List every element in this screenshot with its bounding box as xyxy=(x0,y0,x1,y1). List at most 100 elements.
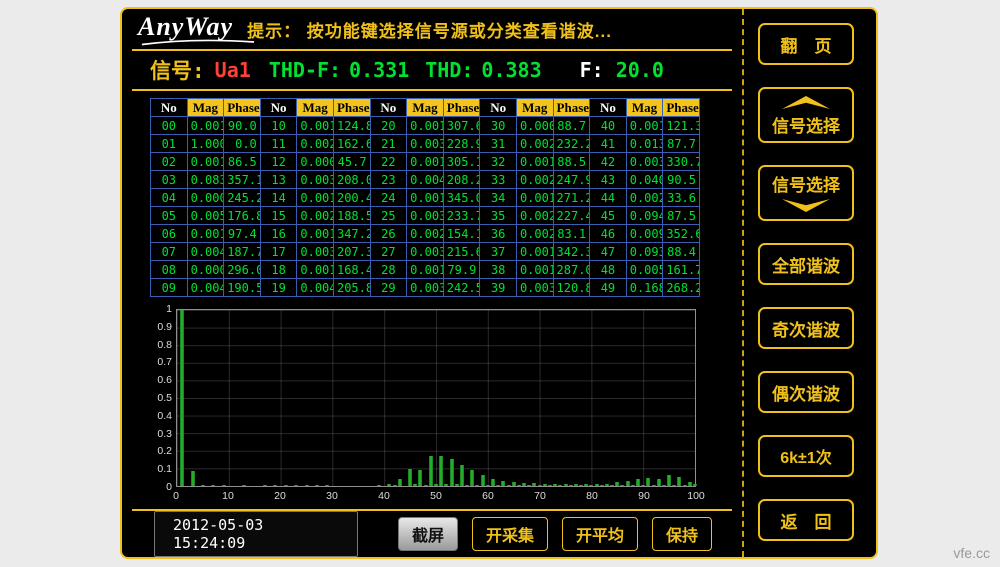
table-row: 080.000296.0180.001168.4280.00179.9380.0… xyxy=(151,261,700,279)
chart-bar xyxy=(429,456,433,486)
six-k-plus-minus-one-button[interactable]: 6k±1次 xyxy=(758,435,854,477)
cell-mag: 0.001 xyxy=(297,261,334,279)
chart-bar xyxy=(491,479,495,486)
chart-bar xyxy=(418,470,422,486)
cell-mag: 0.001 xyxy=(297,189,334,207)
cell-mag: 0.001 xyxy=(407,189,444,207)
cell-phase: 205.8 xyxy=(333,279,370,297)
chart-bar xyxy=(263,485,267,486)
chart-bar xyxy=(543,484,547,486)
cell-phase: 168.4 xyxy=(333,261,370,279)
cell-no: 05 xyxy=(151,207,188,225)
y-tick-label: 0.6 xyxy=(146,375,172,385)
cell-phase: 45.7 xyxy=(333,153,370,171)
cell-phase: 176.8 xyxy=(224,207,261,225)
odd-harmonics-button[interactable]: 奇次谐波 xyxy=(758,307,854,349)
cell-mag: 0.000 xyxy=(297,153,334,171)
cell-no: 37 xyxy=(480,243,517,261)
cell-mag: 0.003 xyxy=(516,279,553,297)
cell-no: 48 xyxy=(590,261,627,279)
col-header-mag: Mag xyxy=(516,99,553,117)
harmonics-chart: 10.90.80.70.60.50.40.30.20.10 0102030405… xyxy=(146,309,732,503)
cell-no: 25 xyxy=(370,207,407,225)
page-flip-button[interactable]: 翻 页 xyxy=(758,23,854,65)
cell-mag: 0.003 xyxy=(297,243,334,261)
cell-no: 43 xyxy=(590,171,627,189)
chart-bar xyxy=(610,485,614,486)
hold-button[interactable]: 保持 xyxy=(652,517,712,551)
cell-mag: 0.094 xyxy=(626,207,663,225)
chart-bar xyxy=(532,483,536,486)
cell-no: 32 xyxy=(480,153,517,171)
start-averaging-button[interactable]: 开平均 xyxy=(562,517,638,551)
signal-select-up-button[interactable]: 信号选择 xyxy=(758,87,854,143)
y-tick-label: 0.7 xyxy=(146,357,172,367)
chart-bar xyxy=(398,479,402,486)
cell-phase: 97.4 xyxy=(224,225,261,243)
cell-phase: 154.1 xyxy=(443,225,480,243)
table-row: 000.00190.0100.001124.8200.001307.6300.0… xyxy=(151,117,700,135)
cell-no: 13 xyxy=(260,171,297,189)
cell-no: 18 xyxy=(260,261,297,279)
cell-no: 19 xyxy=(260,279,297,297)
cell-mag: 0.001 xyxy=(407,117,444,135)
chart-bar xyxy=(496,485,500,486)
col-header-no: No xyxy=(151,99,188,117)
cell-phase: 242.5 xyxy=(443,279,480,297)
cell-mag: 0.001 xyxy=(516,189,553,207)
even-harmonics-button[interactable]: 偶次谐波 xyxy=(758,371,854,413)
x-tick-label: 60 xyxy=(482,490,494,502)
chart-bar xyxy=(631,485,635,486)
cell-mag: 0.003 xyxy=(626,153,663,171)
cell-phase: 208.2 xyxy=(443,171,480,189)
odd-harmonics-label: 奇次谐波 xyxy=(772,316,840,341)
cell-mag: 0.168 xyxy=(626,279,663,297)
y-tick-label: 0.5 xyxy=(146,393,172,403)
cell-mag: 1.000 xyxy=(187,135,224,153)
cell-mag: 0.002 xyxy=(407,225,444,243)
chart-bar xyxy=(548,485,552,486)
cell-phase: 307.6 xyxy=(443,117,480,135)
cell-mag: 0.004 xyxy=(187,243,224,261)
chart-bar xyxy=(273,485,277,486)
frequency-label: F: xyxy=(580,58,604,82)
cell-mag: 0.002 xyxy=(297,207,334,225)
cell-no: 33 xyxy=(480,171,517,189)
cell-no: 04 xyxy=(151,189,188,207)
x-tick-label: 70 xyxy=(534,490,546,502)
table-row: 060.00197.4160.001347.2260.002154.1360.0… xyxy=(151,225,700,243)
signal-select-down-button[interactable]: 信号选择 xyxy=(758,165,854,221)
chart-bar xyxy=(507,485,511,486)
cell-mag: 0.001 xyxy=(187,225,224,243)
cell-no: 26 xyxy=(370,225,407,243)
chart-bar xyxy=(626,481,630,486)
cell-mag: 0.005 xyxy=(187,207,224,225)
screenshot-button[interactable]: 截屏 xyxy=(398,517,458,551)
cell-phase: 352.6 xyxy=(663,225,700,243)
cell-no: 30 xyxy=(480,117,517,135)
all-harmonics-button[interactable]: 全部谐波 xyxy=(758,243,854,285)
cell-phase: 200.4 xyxy=(333,189,370,207)
col-header-no: No xyxy=(370,99,407,117)
table-row: 011.0000.0110.002162.6210.003228.9310.00… xyxy=(151,135,700,153)
thdf-label: THD-F: xyxy=(269,58,341,82)
chart-bar xyxy=(325,485,329,486)
cell-no: 00 xyxy=(151,117,188,135)
signal-info-bar: 信号: Ua1 THD-F: 0.331 THD: 0.383 F: 20.0 xyxy=(132,51,732,91)
chart-bar xyxy=(434,484,438,486)
cell-phase: 228.9 xyxy=(443,135,480,153)
chart-bar xyxy=(677,477,681,486)
chart-bar xyxy=(564,484,568,486)
even-harmonics-label: 偶次谐波 xyxy=(772,380,840,405)
chart-bar xyxy=(284,485,288,486)
chart-bar xyxy=(688,482,692,486)
start-sampling-button[interactable]: 开采集 xyxy=(472,517,548,551)
cell-mag: 0.004 xyxy=(407,171,444,189)
six-k-plus-minus-one-label: 6k±1次 xyxy=(780,444,831,468)
return-button[interactable]: 返 回 xyxy=(758,499,854,541)
x-tick-label: 30 xyxy=(326,490,338,502)
cell-mag: 0.000 xyxy=(516,117,553,135)
header-bar: AnyWay 提示： 按功能键选择信号源或分类查看谐波... xyxy=(132,9,732,51)
chart-bar xyxy=(470,470,474,486)
chart-bar xyxy=(553,484,557,486)
